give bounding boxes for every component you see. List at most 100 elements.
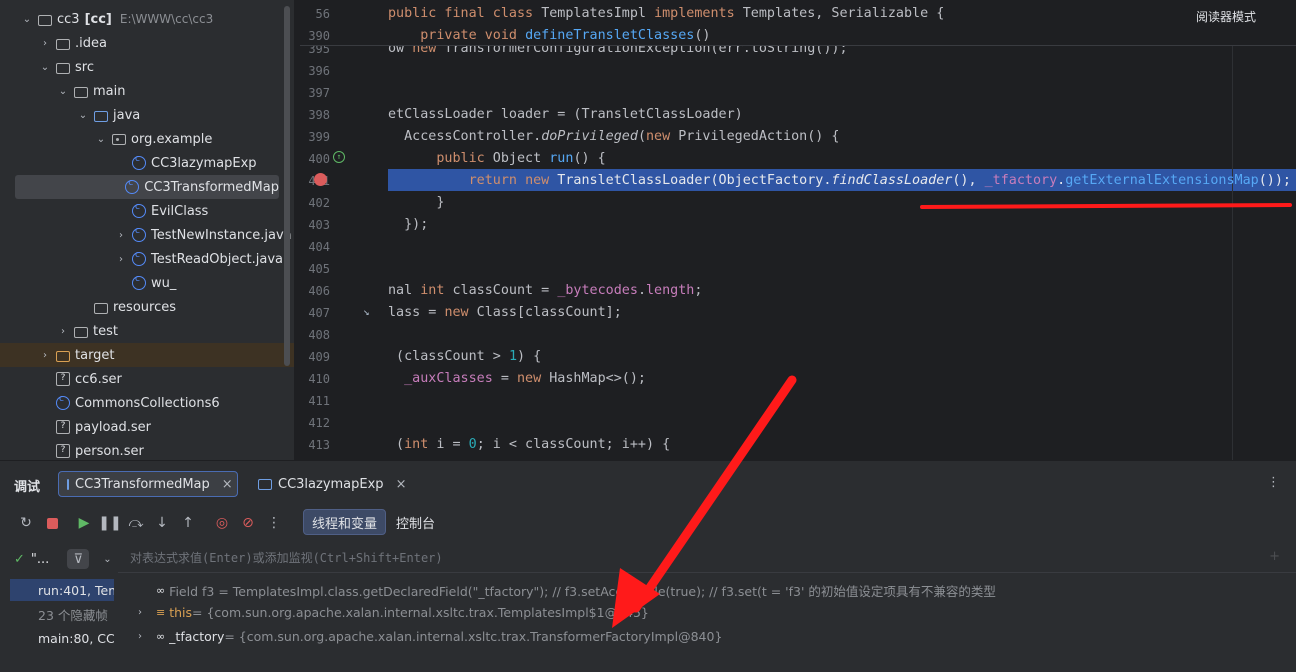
tree-item[interactable]: › TestReadObject.java [0,247,294,271]
chevron-down-icon[interactable]: ⌄ [94,134,108,145]
close-icon[interactable]: × [396,477,407,492]
code-line: lass = new Class[classCount]; [388,305,622,320]
mute-breakpoints-icon[interactable]: ⊘ [238,513,258,533]
chevron-right-icon[interactable]: › [138,607,152,618]
tree-item[interactable]: ⌄ java [0,103,294,127]
excluded-folder-icon [56,350,70,362]
code-line: _auxClasses = new HashMap<>(); [404,371,646,386]
tree-item[interactable]: ? payload.ser [0,415,294,439]
chevron-down-icon[interactable]: ⌄ [103,554,111,565]
tab-cc3transformedmap[interactable]: CC3TransformedMap × [58,471,238,497]
right-margin-guide [1232,46,1233,460]
tree-item[interactable]: CC3lazymapExp [0,151,294,175]
tab-cc3lazymapexp[interactable]: CC3lazymapExp × [250,471,414,497]
thread-label: "... [30,551,50,567]
variable-row[interactable]: › ∞ _tfactory = {com.sun.org.apache.xalan.… [138,629,722,644]
tab-threads-variables[interactable]: 线程和变量 [303,509,387,535]
code-line: (int i = 0; i < classCount; i++) { [388,437,671,452]
close-icon[interactable]: × [222,477,233,492]
variable-row[interactable]: ∞ Field f3 = TemplatesImpl.class.getDecla… [138,581,996,600]
thread-selector[interactable]: ✓ "... ⊽ ⌄ [14,549,112,569]
chevron-down-icon[interactable]: ⌄ [38,62,52,73]
tree-item[interactable]: resources [0,295,294,319]
pause-icon[interactable]: ❚❚ [98,513,121,533]
tree-item[interactable]: › TestNewInstance.java [0,223,294,247]
line-number: 408 [308,328,330,342]
rerun-icon[interactable]: ↻ [16,513,36,533]
step-over-icon[interactable]: ⤼ [126,513,146,533]
tab-label: CC3TransformedMap [75,476,210,492]
tree-item-label: wu_ [151,275,177,291]
tree-item-label: EvilClass [151,203,209,219]
sticky-line-number: 56 [315,7,330,21]
project-path: E:\WWW\cc\cc3 [119,12,214,26]
stop-icon[interactable] [42,513,62,533]
chevron-right-icon[interactable]: › [114,254,128,265]
chevron-right-icon[interactable]: › [138,631,152,642]
tree-item[interactable]: EvilClass [0,199,294,223]
chevron-right-icon[interactable]: › [38,350,52,361]
step-into-icon[interactable]: ↓ [152,513,172,533]
code-line: nal int classCount = _bytecodes.length; [388,283,703,298]
tree-item-label: test [93,323,118,339]
variable-name: _tfactory [169,629,225,644]
variable-value: = {com.sun.org.apache.xalan.internal.xsl… [224,629,723,644]
folder-icon [56,62,70,74]
tree-item[interactable]: ? person.ser [0,439,294,460]
variable-name: this [169,605,193,620]
add-watch-icon[interactable]: + [1269,549,1280,564]
view-breakpoints-icon[interactable]: ◎ [212,513,232,533]
line-number: 411 [308,394,330,408]
debug-panel: 调试 CC3TransformedMap × CC3lazymapExp × ⋮… [0,460,1296,672]
code-editor[interactable]: 395 ow new TransformerConfigurationExcept… [300,0,1296,460]
tree-item[interactable]: CommonsCollections6 [0,391,294,415]
tree-item[interactable]: wu_ [0,271,294,295]
step-out-icon[interactable]: ↑ [178,513,198,533]
chevron-right-icon[interactable]: › [114,230,128,241]
run-config-icon [67,478,69,490]
stack-frame[interactable]: 23 个隐藏帧 [10,603,114,625]
tree-item[interactable]: › target [0,343,294,367]
line-number: 399 [308,130,330,144]
tree-item-label: CC3lazymapExp [151,155,257,171]
line-number: 398 [308,108,330,122]
more-options-icon[interactable]: ⋮ [1267,475,1280,490]
chevron-right-icon[interactable]: › [38,38,52,49]
override-icon[interactable]: ↑ [333,151,345,163]
line-number: 406 [308,284,330,298]
chevron-down-icon[interactable]: ⌄ [20,14,34,25]
chevron-right-icon[interactable]: › [56,326,70,337]
tree-item[interactable]: ⌄ org.example [0,127,294,151]
eval-input[interactable]: 对表达式求值(Enter)或添加监视(Ctrl+Shift+Enter) [130,549,443,566]
check-icon: ✓ [14,551,25,567]
project-name: cc3 [57,11,80,27]
reader-mode-button[interactable]: 阅读器模式 [1196,8,1256,25]
tree-item[interactable]: ⌄ src [0,55,294,79]
tab-console[interactable]: 控制台 [388,509,443,535]
code-line: }); [388,217,429,232]
sticky-header: 56 public final class TemplatesImpl impl… [300,0,1296,46]
more-icon[interactable]: ⋮ [264,513,284,533]
variable-row[interactable]: › ≡ this = {com.sun.org.apache.xalan.inter… [138,605,649,620]
tree-root[interactable]: ⌄ cc3 [cc] E:\WWW\cc\cc3 [0,7,294,31]
tree-item-label: cc6.ser [75,371,122,387]
stack-frame[interactable]: main:80, CC [10,627,114,649]
line-number: 413 [308,438,330,452]
stack-frame[interactable]: run:401, Tem [10,579,114,601]
filter-icon[interactable]: ⊽ [67,549,90,569]
line-number: 396 [308,64,330,78]
tree-item[interactable]: ⌄ main [0,79,294,103]
tree-item[interactable]: CC3TransformedMap [15,175,279,199]
chevron-down-icon[interactable]: ⌄ [56,86,70,97]
tree-scrollbar[interactable] [284,6,290,366]
tree-item[interactable]: ? cc6.ser [0,367,294,391]
breakpoint-icon[interactable] [314,173,327,186]
tree-item[interactable]: › .idea [0,31,294,55]
code-line: AccessController.doPrivileged(new Privil… [388,129,840,144]
tree-item[interactable]: › test [0,319,294,343]
folder-icon [94,302,108,314]
chevron-down-icon[interactable]: ⌄ [76,110,90,121]
tab-label: CC3lazymapExp [278,476,384,492]
line-number: 397 [308,86,330,100]
resume-icon[interactable]: ▶ [74,513,94,533]
